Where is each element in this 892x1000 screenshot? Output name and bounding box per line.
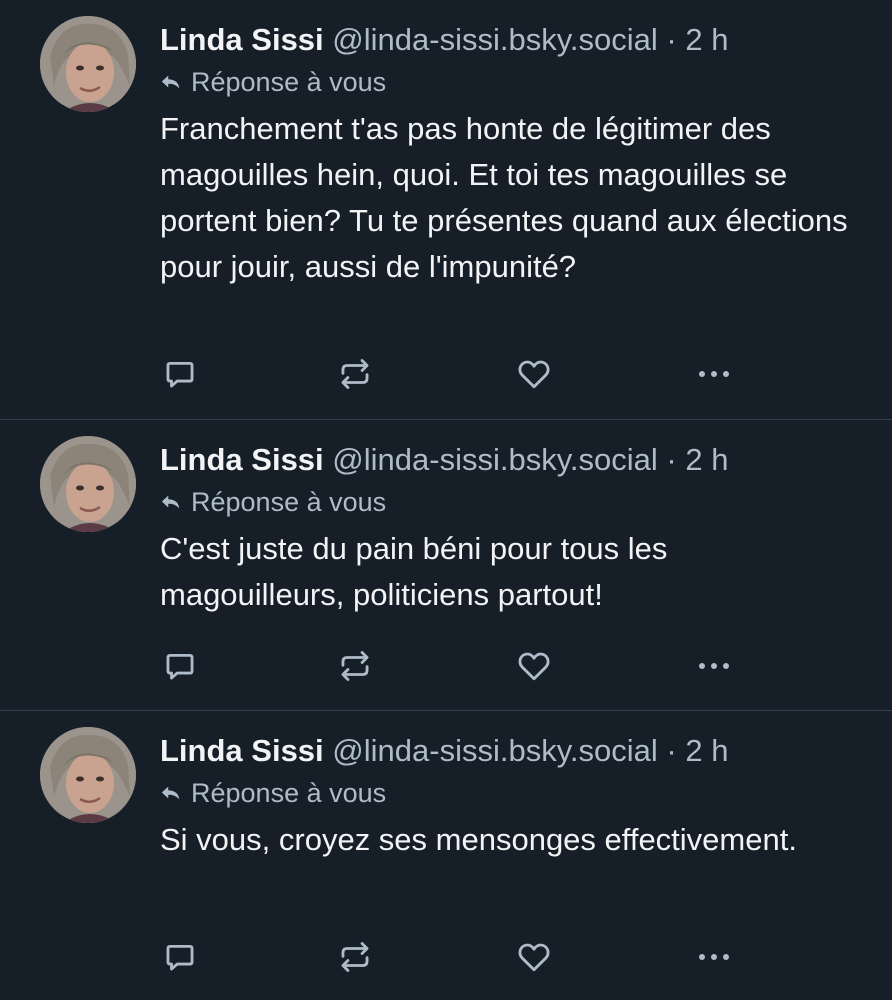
reply-context-label: Réponse à vous bbox=[191, 67, 387, 97]
avatar-image bbox=[40, 436, 136, 532]
post[interactable]: Linda Sissi @linda-sissi.bsky.social · 2… bbox=[0, 711, 892, 1000]
avatar[interactable] bbox=[40, 436, 136, 532]
post-text: C'est juste du pain béni pour tous les m… bbox=[160, 531, 668, 612]
repost-button[interactable] bbox=[335, 646, 375, 686]
reply-context-label: Réponse à vous bbox=[191, 487, 387, 517]
post-text: Si vous, croyez ses mensonges effectivem… bbox=[160, 822, 797, 857]
repost-button[interactable] bbox=[335, 937, 375, 977]
reply-context[interactable]: Réponse à vous bbox=[160, 64, 852, 100]
author-handle[interactable]: @linda-sissi.bsky.social bbox=[332, 733, 658, 768]
post-header: Linda Sissi @linda-sissi.bsky.social · 2… bbox=[160, 731, 852, 771]
more-icon bbox=[699, 663, 729, 669]
reply-button[interactable] bbox=[160, 937, 200, 977]
repost-icon bbox=[341, 651, 369, 681]
repost-icon bbox=[341, 359, 369, 389]
repost-icon bbox=[341, 942, 369, 972]
post-feed: Linda Sissi @linda-sissi.bsky.social · 2… bbox=[0, 0, 892, 1000]
more-options-button[interactable] bbox=[694, 354, 734, 394]
avatar-image bbox=[40, 727, 136, 823]
post-content: Linda Sissi @linda-sissi.bsky.social · 2… bbox=[160, 20, 852, 290]
author-handle[interactable]: @linda-sissi.bsky.social bbox=[332, 22, 658, 57]
post[interactable]: Linda Sissi @linda-sissi.bsky.social · 2… bbox=[0, 0, 892, 420]
reply-button[interactable] bbox=[160, 646, 200, 686]
more-options-button[interactable] bbox=[694, 646, 734, 686]
author-handle[interactable]: @linda-sissi.bsky.social bbox=[332, 442, 658, 477]
post-actions bbox=[160, 354, 752, 394]
reply-button[interactable] bbox=[160, 354, 200, 394]
author-name[interactable]: Linda Sissi bbox=[160, 442, 324, 477]
more-options-button[interactable] bbox=[694, 937, 734, 977]
post-time[interactable]: 2 h bbox=[685, 733, 728, 768]
separator-dot: · bbox=[666, 22, 677, 57]
post-header: Linda Sissi @linda-sissi.bsky.social · 2… bbox=[160, 20, 852, 60]
author-name[interactable]: Linda Sissi bbox=[160, 733, 324, 768]
avatar[interactable] bbox=[40, 727, 136, 823]
post-actions bbox=[160, 646, 752, 686]
repost-button[interactable] bbox=[335, 354, 375, 394]
separator-dot: · bbox=[666, 733, 677, 768]
reply-arrow-icon bbox=[161, 786, 180, 800]
reply-arrow-icon bbox=[161, 495, 180, 509]
more-icon bbox=[699, 371, 729, 377]
avatar-image bbox=[40, 16, 136, 112]
like-button[interactable] bbox=[514, 354, 554, 394]
post-actions bbox=[160, 937, 752, 977]
separator-dot: · bbox=[666, 442, 677, 477]
post-text: Franchement t'as pas honte de légitimer … bbox=[160, 111, 848, 284]
like-icon bbox=[518, 652, 550, 681]
reply-arrow-icon bbox=[161, 75, 180, 89]
post[interactable]: Linda Sissi @linda-sissi.bsky.social · 2… bbox=[0, 420, 892, 711]
author-name[interactable]: Linda Sissi bbox=[160, 22, 324, 57]
more-icon bbox=[699, 954, 729, 960]
post-content: Linda Sissi @linda-sissi.bsky.social · 2… bbox=[160, 731, 852, 863]
reply-icon bbox=[166, 361, 194, 388]
like-icon bbox=[518, 360, 550, 389]
post-header: Linda Sissi @linda-sissi.bsky.social · 2… bbox=[160, 440, 852, 480]
like-button[interactable] bbox=[514, 646, 554, 686]
reply-icon bbox=[166, 944, 194, 971]
post-content: Linda Sissi @linda-sissi.bsky.social · 2… bbox=[160, 440, 852, 618]
reply-context[interactable]: Réponse à vous bbox=[160, 775, 852, 811]
reply-icon bbox=[166, 653, 194, 680]
like-button[interactable] bbox=[514, 937, 554, 977]
reply-context[interactable]: Réponse à vous bbox=[160, 484, 852, 520]
avatar[interactable] bbox=[40, 16, 136, 112]
like-icon bbox=[518, 943, 550, 972]
post-time[interactable]: 2 h bbox=[685, 22, 728, 57]
post-time[interactable]: 2 h bbox=[685, 442, 728, 477]
reply-context-label: Réponse à vous bbox=[191, 778, 387, 808]
